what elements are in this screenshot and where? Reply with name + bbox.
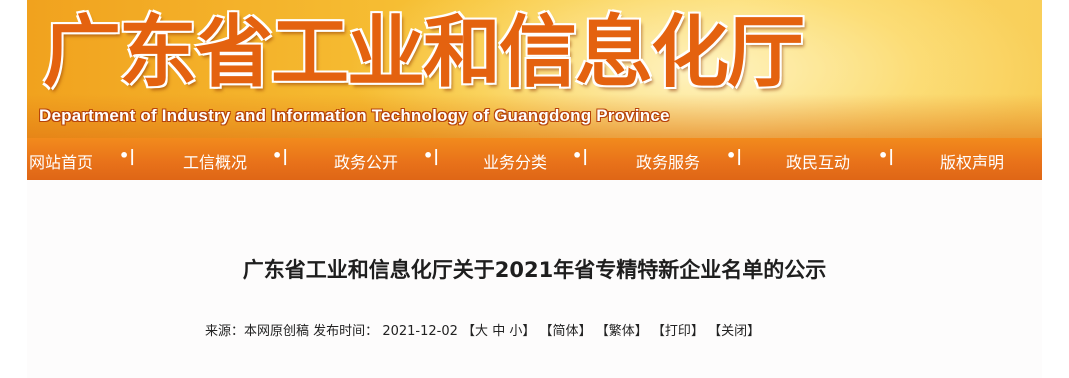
source-value: 本网原创稿	[244, 324, 310, 339]
nav-separator: •|	[119, 146, 136, 165]
bracket: 【	[462, 324, 476, 339]
nav-item-copyright[interactable]: 版权声明	[940, 149, 1004, 173]
bracket: 】	[578, 324, 592, 339]
nav-item-gov-affairs[interactable]: 政务公开	[334, 149, 398, 173]
bracket: 】	[690, 324, 704, 339]
site-banner: 广东省工业和信息化厅 Department of Industry and In…	[27, 0, 1042, 138]
article-meta: 来源：本网原创稿 发布时间： 2021-12-02 【大 中 小】 【简体】 【…	[205, 320, 760, 339]
nav-item-overview[interactable]: 工信概况	[183, 149, 247, 173]
page: 广东省工业和信息化厅 Department of Industry and In…	[27, 0, 1042, 378]
nav-separator: •|	[726, 146, 743, 165]
traditional-chinese-link[interactable]: 繁体	[609, 324, 635, 339]
nav-item-gov-services[interactable]: 政务服务	[636, 149, 700, 173]
bracket: 】	[522, 324, 536, 339]
bracket: 】	[634, 324, 648, 339]
bracket: 【	[595, 324, 609, 339]
nav-item-business[interactable]: 业务分类	[483, 149, 547, 173]
publish-date: 2021-12-02	[382, 324, 458, 339]
main-nav: 网站首页 •| 工信概况 •| 政务公开 •| 业务分类 •| 政务服务 •| …	[27, 138, 1042, 180]
bracket: 【	[539, 324, 553, 339]
site-title: 广东省工业和信息化厅	[43, 7, 805, 98]
font-size-small-link[interactable]: 小	[509, 324, 522, 339]
article-title: 广东省工业和信息化厅关于2021年省专精特新企业名单的公示	[242, 258, 827, 282]
nav-separator: •|	[272, 146, 289, 165]
bracket: 【	[651, 324, 665, 339]
site-subtitle: Department of Industry and Information T…	[39, 106, 670, 125]
nav-separator: •|	[878, 146, 895, 165]
source-label: 来源：	[205, 324, 245, 339]
nav-separator: •|	[423, 146, 440, 165]
nav-separator: •|	[572, 146, 589, 165]
font-size-large-link[interactable]: 大	[475, 324, 488, 339]
bracket: 】	[747, 324, 761, 339]
nav-item-interaction[interactable]: 政民互动	[786, 149, 850, 173]
bracket: 【	[708, 324, 722, 339]
nav-item-home[interactable]: 网站首页	[29, 149, 93, 173]
time-label: 发布时间：	[313, 324, 379, 339]
print-link[interactable]: 打印	[665, 324, 691, 339]
simplified-chinese-link[interactable]: 简体	[553, 324, 579, 339]
close-link[interactable]: 关闭	[721, 324, 747, 339]
font-size-medium-link[interactable]: 中	[492, 324, 505, 339]
